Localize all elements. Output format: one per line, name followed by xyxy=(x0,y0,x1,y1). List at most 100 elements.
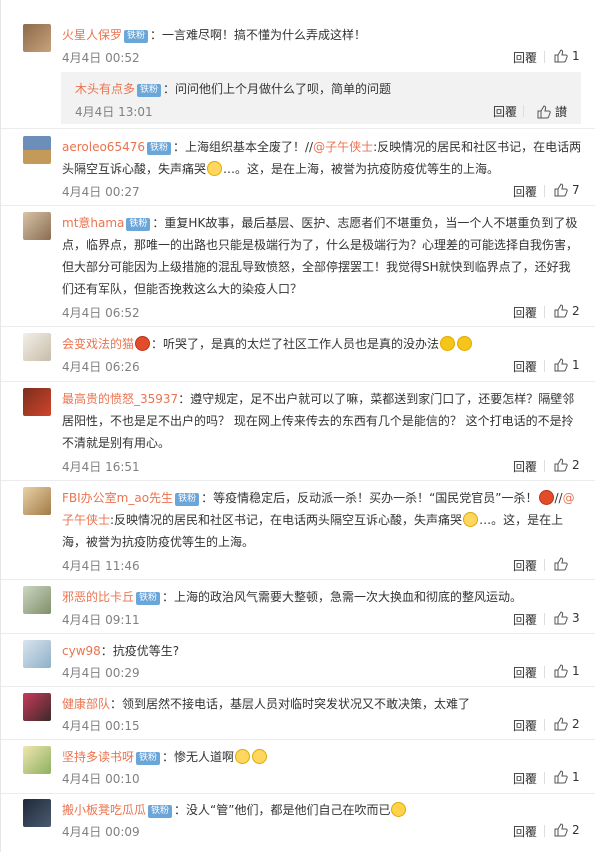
like-button[interactable]: 2 xyxy=(554,823,580,837)
thumbs-up-icon xyxy=(554,770,568,784)
reply-button[interactable]: 回覆 xyxy=(513,770,537,787)
doge-emoji-icon xyxy=(457,336,473,351)
reply-button[interactable]: 回覆 xyxy=(513,664,537,681)
reply-button[interactable]: 回覆 xyxy=(493,103,517,120)
username-link[interactable]: mt意hama xyxy=(62,216,124,230)
username-link[interactable]: 会变戏法的猫 xyxy=(62,337,134,351)
avatar[interactable] xyxy=(23,693,51,721)
thumbs-up-icon xyxy=(554,458,568,472)
like-count: 2 xyxy=(572,304,580,318)
fan-badge: 铁粉 xyxy=(136,592,161,605)
like-button[interactable]: 1 xyxy=(554,770,580,784)
comment-time: 4月4日 06:52 xyxy=(62,306,140,320)
avatar[interactable] xyxy=(23,487,51,515)
avatar[interactable] xyxy=(23,586,51,614)
reply-button[interactable]: 回覆 xyxy=(513,823,537,840)
like-button[interactable]: 1 xyxy=(554,664,580,678)
comment-time: 4月4日 00:10 xyxy=(62,772,140,786)
comment-content: ：抗疫优等生? xyxy=(100,644,180,658)
reply-button[interactable]: 回覆 xyxy=(513,717,537,734)
like-button[interactable]: 1 xyxy=(554,358,580,372)
reply-button[interactable]: 回覆 xyxy=(513,611,537,628)
comment-text: FBI办公室m_ao先生 铁粉 ：等疫情稳定后，反动派一杀！买办一杀！“国民党官员”… xyxy=(62,487,582,553)
action-separator xyxy=(544,666,545,678)
comment-time: 4月4日 00:15 xyxy=(62,719,140,733)
like-button[interactable] xyxy=(554,557,572,571)
reply-button[interactable]: 回覆 xyxy=(513,183,537,200)
comment-text: 会变戏法的猫 ：听哭了，是真的太烂了社区工作人员也是真的没办法 xyxy=(62,333,582,355)
reply-button[interactable]: 回覆 xyxy=(513,304,537,321)
like-count: 2 xyxy=(572,717,580,731)
thumbs-up-icon xyxy=(554,557,568,571)
action-separator xyxy=(544,772,545,784)
avatar[interactable] xyxy=(23,746,51,774)
comment-content: // xyxy=(554,491,563,505)
crying-emoji-icon xyxy=(463,512,479,527)
reply-button[interactable]: 回覆 xyxy=(513,557,537,574)
username-link[interactable]: 火星人保罗 xyxy=(62,28,122,42)
sub-reply-text: 木头有点多 铁粉 ：问问他们上个月做什么了呗，简单的问题 xyxy=(75,79,391,99)
like-placeholder: 讃 xyxy=(555,105,568,119)
comment-text: 搬小板凳吃瓜瓜 铁粉 ：没人“管”他们，都是他们自己在吹而已 xyxy=(62,799,582,821)
avatar[interactable] xyxy=(23,212,51,240)
action-separator xyxy=(523,105,524,117)
angry-emoji-icon xyxy=(538,490,554,505)
comment-text: 坚持多读书呀 铁粉 ：惨无人道啊 xyxy=(62,746,582,768)
like-button[interactable]: 7 xyxy=(554,183,580,197)
reply-button[interactable]: 回覆 xyxy=(513,358,537,375)
like-button[interactable]: 2 xyxy=(554,717,580,731)
comment-content: ：等疫情稳定后，反动派一杀！买办一杀！“国民党官员”一杀！ xyxy=(201,491,538,505)
thumbs-up-icon xyxy=(554,823,568,837)
comment-time: 4月4日 06:26 xyxy=(62,360,140,374)
thumbs-up-icon xyxy=(554,717,568,731)
like-button[interactable]: 2 xyxy=(554,458,580,472)
avatar[interactable] xyxy=(23,640,51,668)
avatar[interactable] xyxy=(23,24,51,52)
comment-content: ：没人“管”他们，都是他们自己在吹而已 xyxy=(174,803,391,817)
fan-badge: 铁粉 xyxy=(146,142,171,155)
comment-text: 最高贵的愤怒_35937：遵守规定，足不出户就可以了嘛，菜都送到家门口了，还要怎… xyxy=(62,388,582,454)
comment-time: 4月4日 09:11 xyxy=(62,613,140,627)
username-link[interactable]: 健康部队 xyxy=(62,697,110,711)
username-link[interactable]: 邪恶的比卡丘 xyxy=(62,590,134,604)
sub-reply: 木头有点多 铁粉 ：问问他们上个月做什么了呗，简单的问题 4月4日 13:01 回覆… xyxy=(61,72,581,124)
username-link[interactable]: aeroleo65476 xyxy=(62,140,145,154)
crying-emoji-icon xyxy=(207,161,223,176)
username-link[interactable]: 坚持多读书呀 xyxy=(62,750,134,764)
comment-text: 火星人保罗 铁粉 ：一言难尽啊！搞不懂为什么弄成这样！ xyxy=(62,24,582,46)
action-separator xyxy=(544,306,545,318)
avatar[interactable] xyxy=(23,388,51,416)
divider xyxy=(1,633,595,634)
comment-content: :反映情况的居民和社区书记，在电话两头隔空互诉心酸，失声痛哭 xyxy=(110,513,463,527)
username-link[interactable]: 木头有点多 xyxy=(75,82,135,96)
username-link[interactable]: cyw98 xyxy=(62,644,101,658)
comment-text: 健康部队：领到居然不接电话，基层人员对临时突发状况又不敢决策，太难了 xyxy=(62,693,582,715)
divider xyxy=(1,686,595,687)
divider xyxy=(1,739,595,740)
comment-time: 4月4日 16:51 xyxy=(62,460,140,474)
comment-time: 4月4日 11:46 xyxy=(62,559,140,573)
like-button[interactable]: 3 xyxy=(554,611,580,625)
username-link[interactable]: 搬小板凳吃瓜瓜 xyxy=(62,803,146,817)
reply-button[interactable]: 回覆 xyxy=(513,49,537,66)
comment-text: aeroleo65476 铁粉 ：上海组织基本全废了！//@子午侠士:反映情况的居民… xyxy=(62,136,582,180)
thumbs-up-icon xyxy=(554,49,568,63)
fan-badge: 铁粉 xyxy=(137,84,162,97)
mention-link[interactable]: @子午侠士 xyxy=(313,140,373,154)
like-button[interactable]: 2 xyxy=(554,304,580,318)
comment-list: 火星人保罗 铁粉 ：一言难尽啊！搞不懂为什么弄成这样！ 4月4日 00:52 回覆 … xyxy=(0,0,595,852)
avatar[interactable] xyxy=(23,136,51,164)
crying-emoji-icon xyxy=(235,749,251,764)
username-link[interactable]: FBI办公室m_ao先生 xyxy=(62,491,173,505)
like-button[interactable]: 讃 xyxy=(537,103,567,120)
avatar[interactable] xyxy=(23,333,51,361)
like-button[interactable]: 1 xyxy=(554,49,580,63)
action-separator xyxy=(544,559,545,571)
divider xyxy=(1,480,595,481)
fan-badge: 铁粉 xyxy=(126,218,151,231)
thumbs-up-icon xyxy=(554,664,568,678)
reply-button[interactable]: 回覆 xyxy=(513,458,537,475)
avatar[interactable] xyxy=(23,799,51,827)
username-link[interactable]: 最高贵的愤怒_35937 xyxy=(62,392,178,406)
thumbs-up-icon xyxy=(554,358,568,372)
